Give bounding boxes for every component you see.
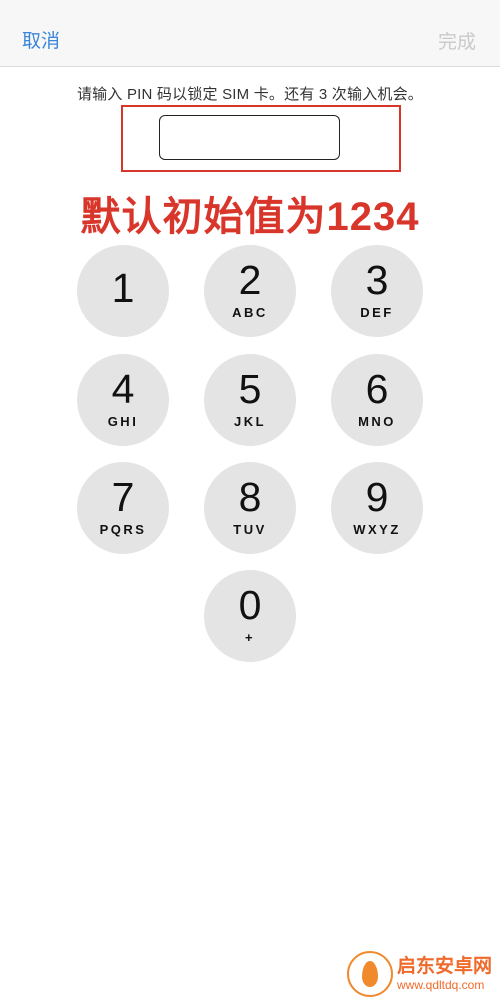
key-letters: PQRS — [99, 522, 147, 537]
key-letters: MNO — [358, 414, 396, 429]
key-letters: TUV — [233, 522, 267, 537]
key-digit: 7 — [111, 474, 135, 520]
key-digit: 3 — [365, 257, 389, 303]
watermark-site-url: www.qdltdq.com — [396, 978, 485, 992]
key-letters: ABC — [232, 305, 268, 320]
done-button[interactable]: 完成 — [438, 27, 476, 54]
keypad-key-4[interactable]: 4 GHI — [77, 354, 169, 446]
key-digit: 4 — [111, 366, 135, 412]
site-watermark: 启东安卓网 www.qdltdq.com — [346, 951, 492, 997]
key-letters: DEF — [360, 305, 394, 320]
pin-input-field[interactable] — [159, 115, 340, 160]
pin-prompt: 请输入 PIN 码以锁定 SIM 卡。还有 3 次输入机会。 — [76, 86, 424, 103]
key-letters: + — [244, 630, 256, 645]
annotation-text: 默认初始值为1234 — [80, 195, 420, 239]
keypad-key-5[interactable]: 5 JKL — [204, 354, 296, 446]
key-digit: 6 — [365, 366, 389, 412]
keypad-key-1[interactable]: 1 — [77, 245, 169, 337]
keypad-key-7[interactable]: 7 PQRS — [77, 462, 169, 554]
key-digit: 1 — [111, 265, 135, 311]
navigation-bar: 取消 完成 — [0, 0, 500, 67]
key-digit: 9 — [365, 474, 389, 520]
keypad-key-2[interactable]: 2 ABC — [204, 245, 296, 337]
keypad-key-0[interactable]: 0 + — [204, 570, 296, 662]
cancel-button[interactable]: 取消 — [22, 26, 60, 53]
key-letters: GHI — [107, 414, 139, 429]
key-digit: 5 — [238, 366, 262, 412]
key-letters: JKL — [233, 414, 267, 429]
key-digit: 0 — [238, 582, 262, 628]
watermark-site-name: 启东安卓网 — [396, 956, 492, 977]
keypad-key-9[interactable]: 9 WXYZ — [331, 462, 423, 554]
keypad-key-6[interactable]: 6 MNO — [331, 354, 423, 446]
key-digit: 2 — [238, 257, 262, 303]
site-logo-icon — [346, 951, 393, 997]
key-digit: 8 — [238, 474, 262, 520]
keypad-key-3[interactable]: 3 DEF — [331, 245, 423, 337]
keypad-key-8[interactable]: 8 TUV — [204, 462, 296, 554]
key-letters: WXYZ — [353, 522, 401, 537]
